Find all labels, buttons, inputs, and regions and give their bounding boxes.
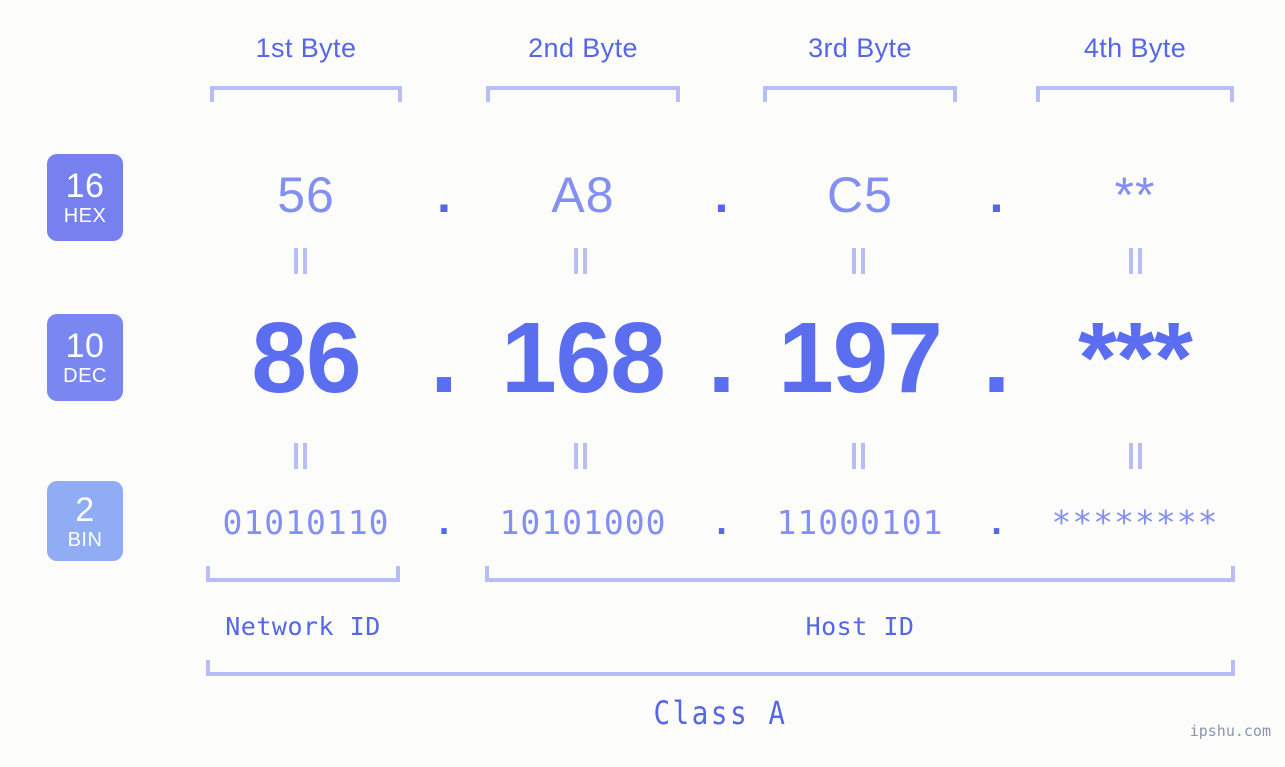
bin-byte-3: 11000101 bbox=[776, 502, 944, 542]
hex-separator-1: . bbox=[437, 167, 451, 223]
byte-header-3: 3rd Byte bbox=[808, 33, 912, 63]
equals-mark-hex-dec-2 bbox=[574, 248, 588, 274]
radix-badge-dec-name: DEC bbox=[63, 365, 107, 387]
equals-mark-dec-bin-4 bbox=[1129, 443, 1143, 469]
dec-separator-1: . bbox=[430, 301, 458, 414]
equals-mark-hex-dec-1 bbox=[294, 248, 308, 274]
hex-byte-2: A8 bbox=[551, 167, 615, 223]
equals-mark-hex-dec-3 bbox=[852, 248, 866, 274]
dec-byte-4: *** bbox=[1078, 301, 1193, 414]
byte-header-4: 4th Byte bbox=[1083, 33, 1187, 63]
hex-byte-3: C5 bbox=[827, 167, 893, 223]
bin-value-row: 01010110 . 10101000 . 11000101 . *******… bbox=[140, 487, 1285, 557]
dec-byte-1: 86 bbox=[251, 301, 361, 414]
byte-bracket-3 bbox=[763, 86, 957, 102]
radix-badge-bin-name: BIN bbox=[67, 528, 103, 551]
hex-separator-3: . bbox=[989, 167, 1004, 223]
byte-bracket-4 bbox=[1036, 86, 1234, 102]
equals-mark-hex-dec-4 bbox=[1129, 248, 1143, 274]
bin-separator-3: . bbox=[986, 502, 1007, 542]
dec-value-row: 86 . 168 . 197 . *** bbox=[140, 296, 1285, 420]
byte-bracket-1 bbox=[210, 86, 402, 102]
equals-mark-dec-bin-3 bbox=[852, 443, 866, 469]
radix-badge-bin: 2 BIN bbox=[47, 481, 123, 561]
bin-separator-2: . bbox=[711, 502, 732, 542]
radix-badge-hex: 16 HEX bbox=[47, 154, 123, 241]
radix-badge-dec: 10 DEC bbox=[47, 314, 123, 401]
dec-byte-2: 168 bbox=[501, 301, 666, 414]
dec-byte-3: 197 bbox=[778, 301, 943, 414]
byte-bracket-2 bbox=[486, 86, 680, 102]
host-id-label: Host ID bbox=[805, 612, 915, 641]
equals-mark-dec-bin-2 bbox=[574, 443, 588, 469]
radix-badge-hex-name: HEX bbox=[63, 205, 107, 227]
ip-address-breakdown-diagram: 1st Byte 2nd Byte 3rd Byte 4th Byte 16 H… bbox=[0, 0, 1285, 767]
radix-badge-bin-number: 2 bbox=[75, 490, 95, 529]
class-bracket bbox=[206, 660, 1235, 676]
radix-badge-hex-number: 16 bbox=[65, 167, 105, 205]
hex-value-row: 56 . A8 . C5 . ** bbox=[140, 150, 1285, 240]
host-id-bracket bbox=[485, 566, 1235, 582]
dec-separator-2: . bbox=[707, 301, 736, 414]
hex-separator-2: . bbox=[714, 167, 729, 223]
site-watermark: ipshu.com bbox=[1189, 722, 1271, 740]
hex-byte-4: ** bbox=[1114, 167, 1156, 223]
hex-byte-1: 56 bbox=[277, 167, 335, 223]
byte-header-1: 1st Byte bbox=[255, 33, 357, 63]
dec-separator-3: . bbox=[982, 301, 1011, 414]
network-id-label: Network ID bbox=[225, 612, 381, 641]
bin-byte-4: ******** bbox=[1051, 502, 1219, 542]
byte-header-2: 2nd Byte bbox=[528, 33, 638, 63]
network-id-bracket bbox=[206, 566, 400, 582]
radix-badge-dec-number: 10 bbox=[65, 327, 105, 365]
bin-byte-2: 10101000 bbox=[499, 502, 667, 542]
equals-mark-dec-bin-1 bbox=[294, 443, 308, 469]
bin-byte-1: 01010110 bbox=[222, 502, 390, 542]
bin-separator-1: . bbox=[434, 502, 454, 542]
class-label: Class A bbox=[653, 694, 788, 732]
